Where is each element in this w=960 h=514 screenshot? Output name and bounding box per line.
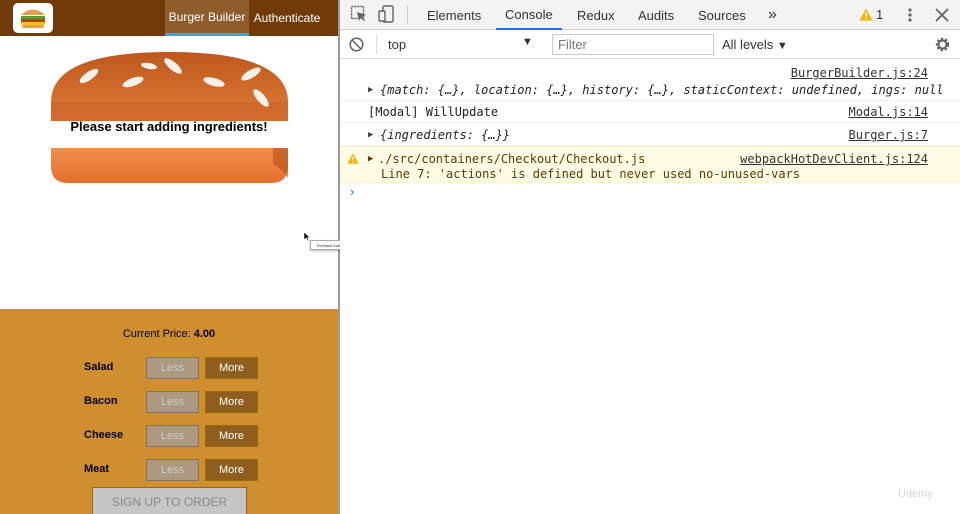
screen: Burger Builder Authenticate Please start…: [0, 0, 960, 514]
console-prompt[interactable]: ›: [350, 184, 354, 199]
nav-burger-builder[interactable]: Burger Builder: [165, 0, 249, 36]
log-message[interactable]: {ingredients: {…}}: [380, 128, 510, 142]
more-bacon-button[interactable]: More: [205, 391, 258, 413]
expand-triangle-icon[interactable]: ▶: [368, 154, 373, 164]
more-salad-button[interactable]: More: [205, 357, 258, 379]
log-entry: Modal.js:14 [Modal] WillUpdate: [340, 101, 960, 123]
control-cheese: Cheese Less More: [0, 425, 338, 447]
control-label: Cheese: [84, 429, 124, 441]
udemy-watermark: Udemy: [898, 488, 933, 500]
control-bacon: Bacon Less More: [0, 391, 338, 413]
context-select[interactable]: top: [388, 37, 406, 52]
toolbar-separator: [407, 6, 408, 24]
devtools-tab-bar: Elements Console Redux Audits Sources » …: [340, 0, 960, 30]
less-salad-button[interactable]: Less: [146, 357, 199, 379]
devtools-panel: Elements Console Redux Audits Sources » …: [340, 0, 960, 514]
more-meat-button[interactable]: More: [205, 459, 258, 481]
bread-top: [51, 52, 288, 121]
kebab-menu-icon[interactable]: [906, 7, 914, 23]
console-filter-input[interactable]: Filter: [552, 34, 714, 55]
chevron-down-icon: ▼: [776, 40, 788, 52]
warning-icon: [859, 8, 873, 21]
less-cheese-button[interactable]: Less: [146, 425, 199, 447]
tab-sources[interactable]: Sources: [698, 0, 746, 30]
log-levels-label: All levels: [722, 37, 774, 52]
tab-console[interactable]: Console: [496, 0, 562, 30]
console-filter-bar: top ▼ Filter All levels ▼: [340, 30, 960, 59]
log-entry-warning: webpackHotDevClient.js:124 ▶ ./src/conta…: [340, 146, 960, 183]
control-salad: Salad Less More: [0, 357, 338, 379]
filter-separator: [376, 35, 377, 54]
price-label: Current Price:: [122, 328, 191, 340]
burger-preview: Please start adding ingredients!: [0, 36, 338, 309]
order-button[interactable]: SIGN UP TO ORDER: [92, 487, 247, 514]
more-tabs-button[interactable]: »: [768, 0, 777, 30]
log-source-link[interactable]: Modal.js:14: [849, 105, 928, 119]
more-cheese-button[interactable]: More: [205, 425, 258, 447]
clear-console-icon[interactable]: [349, 37, 364, 52]
log-source-link[interactable]: BurgerBuilder.js:24: [791, 66, 928, 80]
bread-bottom: [51, 148, 288, 183]
tab-audits[interactable]: Audits: [638, 0, 674, 30]
burger-empty-message: Please start adding ingredients!: [70, 119, 268, 134]
price-value: 4.00: [193, 328, 216, 340]
control-label: Salad: [84, 361, 114, 373]
device-toolbar-icon[interactable]: [378, 5, 396, 23]
chevron-down-icon[interactable]: ▼: [522, 36, 533, 48]
inspect-element-icon[interactable]: [350, 5, 368, 23]
expand-triangle-icon[interactable]: ▶: [368, 85, 373, 95]
current-price: Current Price: 4.00: [0, 328, 338, 340]
logo[interactable]: [13, 3, 53, 33]
close-icon[interactable]: [935, 8, 949, 22]
control-meat: Meat Less More: [0, 459, 338, 481]
burger-app: Burger Builder Authenticate Please start…: [0, 0, 338, 514]
console-log: BurgerBuilder.js:24 ▶ {match: {…}, locat…: [340, 60, 960, 199]
warning-message[interactable]: ./src/containers/Checkout/Checkout.js: [378, 152, 645, 166]
control-label: Meat: [84, 463, 110, 475]
warning-icon: [347, 153, 359, 164]
log-levels-select[interactable]: All levels ▼: [722, 37, 788, 52]
log-entry: Burger.js:7 ▶ {ingredients: {…}}: [340, 123, 960, 146]
warning-detail: Line 7: 'actions' is defined but never u…: [381, 167, 801, 181]
tab-elements[interactable]: Elements: [427, 0, 481, 30]
less-bacon-button[interactable]: Less: [146, 391, 199, 413]
warning-count[interactable]: 1: [876, 7, 883, 22]
build-controls: Current Price: 4.00 Salad Less More Baco…: [0, 309, 338, 514]
log-entry: BurgerBuilder.js:24 ▶ {match: {…}, locat…: [340, 60, 960, 101]
tab-redux[interactable]: Redux: [577, 0, 615, 30]
less-meat-button[interactable]: Less: [146, 459, 199, 481]
log-source-link[interactable]: Burger.js:7: [849, 128, 928, 142]
nav-authenticate[interactable]: Authenticate: [249, 0, 325, 36]
log-message[interactable]: {match: {…}, location: {…}, history: {…}…: [380, 83, 944, 97]
gear-icon[interactable]: [934, 36, 951, 53]
expand-triangle-icon[interactable]: ▶: [368, 130, 373, 140]
burger-logo-icon: [21, 9, 45, 28]
log-message: [Modal] WillUpdate: [368, 105, 499, 119]
log-source-link[interactable]: webpackHotDevClient.js:124: [740, 152, 928, 166]
toolbar: Burger Builder Authenticate: [0, 0, 338, 36]
control-label: Bacon: [84, 395, 118, 407]
